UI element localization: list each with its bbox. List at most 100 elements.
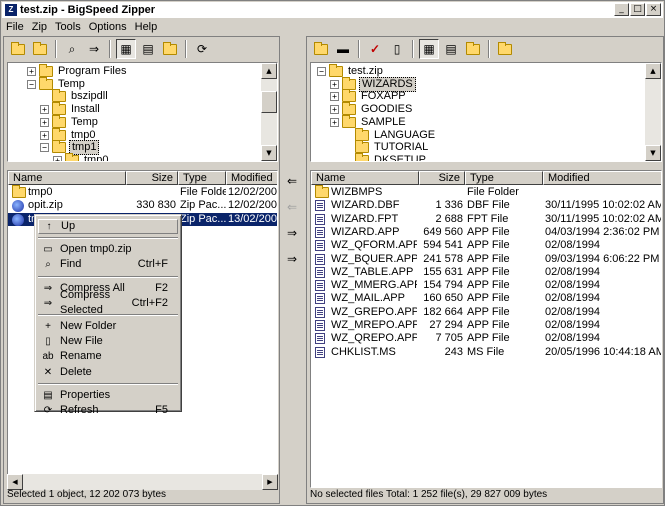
cell-modified: 12/02/2004 1: [228, 199, 278, 212]
view-icons-icon[interactable]: [160, 39, 180, 59]
view-list-icon[interactable]: ▤: [138, 39, 158, 59]
table-row[interactable]: WIZARD.APP 649 560 APP File 04/03/1994 2:36…: [311, 225, 661, 239]
table-row[interactable]: WZ_MAIL.APP 160 650 APP File 02/08/1994: [311, 292, 661, 305]
table-row[interactable]: WIZARD.FPT 2 688 FPT File 30/11/1995 10:02:…: [311, 212, 661, 226]
tree-expander[interactable]: +: [53, 155, 62, 161]
test-check-icon[interactable]: ✓: [365, 39, 385, 59]
view-details-icon[interactable]: ▦: [419, 39, 439, 59]
column-header-type[interactable]: Type: [465, 171, 543, 185]
table-row[interactable]: tmp0 File Folder12/02/2004 1: [8, 185, 277, 199]
refresh-icon[interactable]: ⟳: [192, 39, 212, 59]
scroll-down-button[interactable]: ▼: [261, 145, 277, 161]
menu-item-find[interactable]: ⌕ Find Ctrl+F: [38, 257, 178, 272]
table-row[interactable]: WZ_BQUER.APP 241 578 APP File 09/03/1994 6:…: [311, 253, 661, 266]
extract-arrow-icon[interactable]: ⇐: [282, 197, 302, 217]
menu-item-compress-selected[interactable]: ⇒ Compress Selected Ctrl+F2: [38, 289, 178, 316]
file-icon: [315, 346, 325, 358]
tree-node[interactable]: + Install: [40, 102, 102, 116]
title-bar[interactable]: Z test.zip - BigSpeed Zipper _ □ ×: [2, 2, 663, 18]
archive-icon[interactable]: ▬: [333, 39, 353, 59]
menu-item-new-file[interactable]: ▯ New File: [38, 334, 178, 349]
table-row[interactable]: WZ_GREPO.APP 182 664 APP File 02/08/1994: [311, 306, 661, 319]
table-row[interactable]: WZ_MMERG.APP 154 794 APP File 02/08/1994: [311, 279, 661, 292]
table-row[interactable]: WZ_MREPO.APP 27 294 APP File 02/08/1994: [311, 319, 661, 332]
table-row[interactable]: WIZARD.DBF 1 336 DBF File 30/11/1995 10:02:…: [311, 199, 661, 212]
tree-node[interactable]: bszipdll: [40, 89, 110, 103]
view-icons-icon[interactable]: [463, 39, 483, 59]
column-header-type[interactable]: Type: [178, 171, 226, 185]
tree-expander[interactable]: −: [317, 67, 326, 76]
tree-expander[interactable]: +: [330, 79, 339, 89]
menu-item-open-tmp0-zip[interactable]: ▭ Open tmp0.zip: [38, 242, 178, 257]
menu-item-rename[interactable]: ab Rename: [38, 349, 178, 364]
up-folder-icon[interactable]: [311, 39, 331, 59]
right-tree-scrollbar[interactable]: ▲ ▼: [645, 63, 661, 161]
up-folder-icon[interactable]: [8, 39, 28, 59]
column-header-modified[interactable]: Modified: [543, 171, 661, 185]
scroll-thumb[interactable]: [261, 91, 277, 113]
table-row[interactable]: WZ_QREPO.APP 7 705 APP File 02/08/1994: [311, 332, 661, 345]
column-header-name[interactable]: Name: [311, 171, 419, 185]
tree-node[interactable]: + SAMPLE: [330, 114, 408, 129]
tree-expander[interactable]: +: [40, 105, 49, 115]
tree-expander[interactable]: +: [40, 130, 49, 140]
table-row[interactable]: WIZBMPS File Folder: [311, 185, 661, 199]
close-button[interactable]: ×: [646, 3, 661, 16]
menu-tools[interactable]: Tools: [51, 21, 85, 33]
add-right-icon[interactable]: ⇒: [282, 223, 302, 243]
column-header-modified[interactable]: Modified: [226, 171, 277, 185]
view-details-icon[interactable]: ▦: [116, 39, 136, 59]
cell-modified: 02/08/1994: [545, 292, 601, 305]
menu-item-label: Open tmp0.zip: [60, 243, 132, 256]
cell-name: WIZARD.DBF: [331, 199, 400, 212]
menu-item-new-folder[interactable]: + New Folder: [38, 319, 178, 334]
menu-item-up[interactable]: ↑ Up: [38, 219, 178, 234]
folder-icon[interactable]: [495, 39, 515, 59]
menu-zip[interactable]: Zip: [28, 21, 51, 33]
menu-file[interactable]: File: [2, 21, 28, 33]
tree-node[interactable]: + tmp0: [53, 152, 110, 161]
cell-modified: 04/03/1994 2:36:02 PM: [545, 225, 660, 238]
minimize-button[interactable]: _: [614, 3, 629, 16]
extract-left-icon[interactable]: ⇐: [282, 171, 302, 191]
toolbar-separator: [358, 40, 360, 58]
column-header-size[interactable]: Size: [126, 171, 178, 185]
tree-expander[interactable]: +: [330, 117, 339, 127]
table-row[interactable]: opit.zip 330 830 Zip Pac...12/02/2004 1: [8, 199, 278, 213]
tree-expander[interactable]: −: [40, 143, 49, 153]
scroll-up-button[interactable]: ▲: [645, 63, 661, 79]
table-row[interactable]: CHKLIST.MS 243 MS File 20/05/1996 10:44:18 …: [311, 346, 661, 359]
view-list-icon[interactable]: ▤: [441, 39, 461, 59]
tree-node-label: DKSETUP: [374, 153, 426, 162]
open-folder-icon[interactable]: [30, 39, 50, 59]
scroll-right-button[interactable]: ▶: [262, 474, 278, 490]
cell-size: 2 688: [435, 212, 463, 225]
add-all-icon[interactable]: ⇒: [282, 249, 302, 269]
table-row[interactable]: WZ_TABLE.APP 155 631 APP File 02/08/1994: [311, 266, 661, 279]
properties-icon[interactable]: ▯: [387, 39, 407, 59]
tree-expander[interactable]: +: [27, 67, 36, 76]
tree-expander[interactable]: +: [330, 92, 339, 102]
app-window: Z test.zip - BigSpeed Zipper _ □ × File …: [0, 0, 665, 506]
column-header-name[interactable]: Name: [8, 171, 126, 185]
menu-item-refresh[interactable]: ⟳ Refresh F5: [38, 403, 178, 418]
right-status-bar: No selected files Total: 1 252 file(s), …: [310, 489, 548, 500]
maximize-button[interactable]: □: [630, 3, 645, 16]
left-tree-scrollbar[interactable]: ▲ ▼: [261, 63, 277, 161]
menu-options[interactable]: Options: [85, 21, 131, 33]
column-header-size[interactable]: Size: [419, 171, 465, 185]
find-icon[interactable]: ⌕: [62, 39, 82, 59]
scroll-down-button[interactable]: ▼: [645, 145, 661, 161]
file-icon: [315, 213, 325, 225]
tree-node[interactable]: DKSETUP: [343, 152, 428, 162]
tree-expander[interactable]: +: [330, 105, 339, 115]
compress-icon[interactable]: ⇒: [84, 39, 104, 59]
table-row[interactable]: WZ_QFORM.APP 594 541 APP File 02/08/1994: [311, 239, 661, 252]
menu-item-properties[interactable]: ▤ Properties: [38, 388, 178, 403]
tree-expander[interactable]: −: [27, 79, 36, 89]
menu-item-delete[interactable]: ✕ Delete: [38, 365, 178, 380]
tree-node[interactable]: + Temp: [40, 114, 100, 129]
tree-expander[interactable]: +: [40, 117, 49, 127]
menu-help[interactable]: Help: [131, 21, 162, 33]
scroll-up-button[interactable]: ▲: [261, 63, 277, 79]
